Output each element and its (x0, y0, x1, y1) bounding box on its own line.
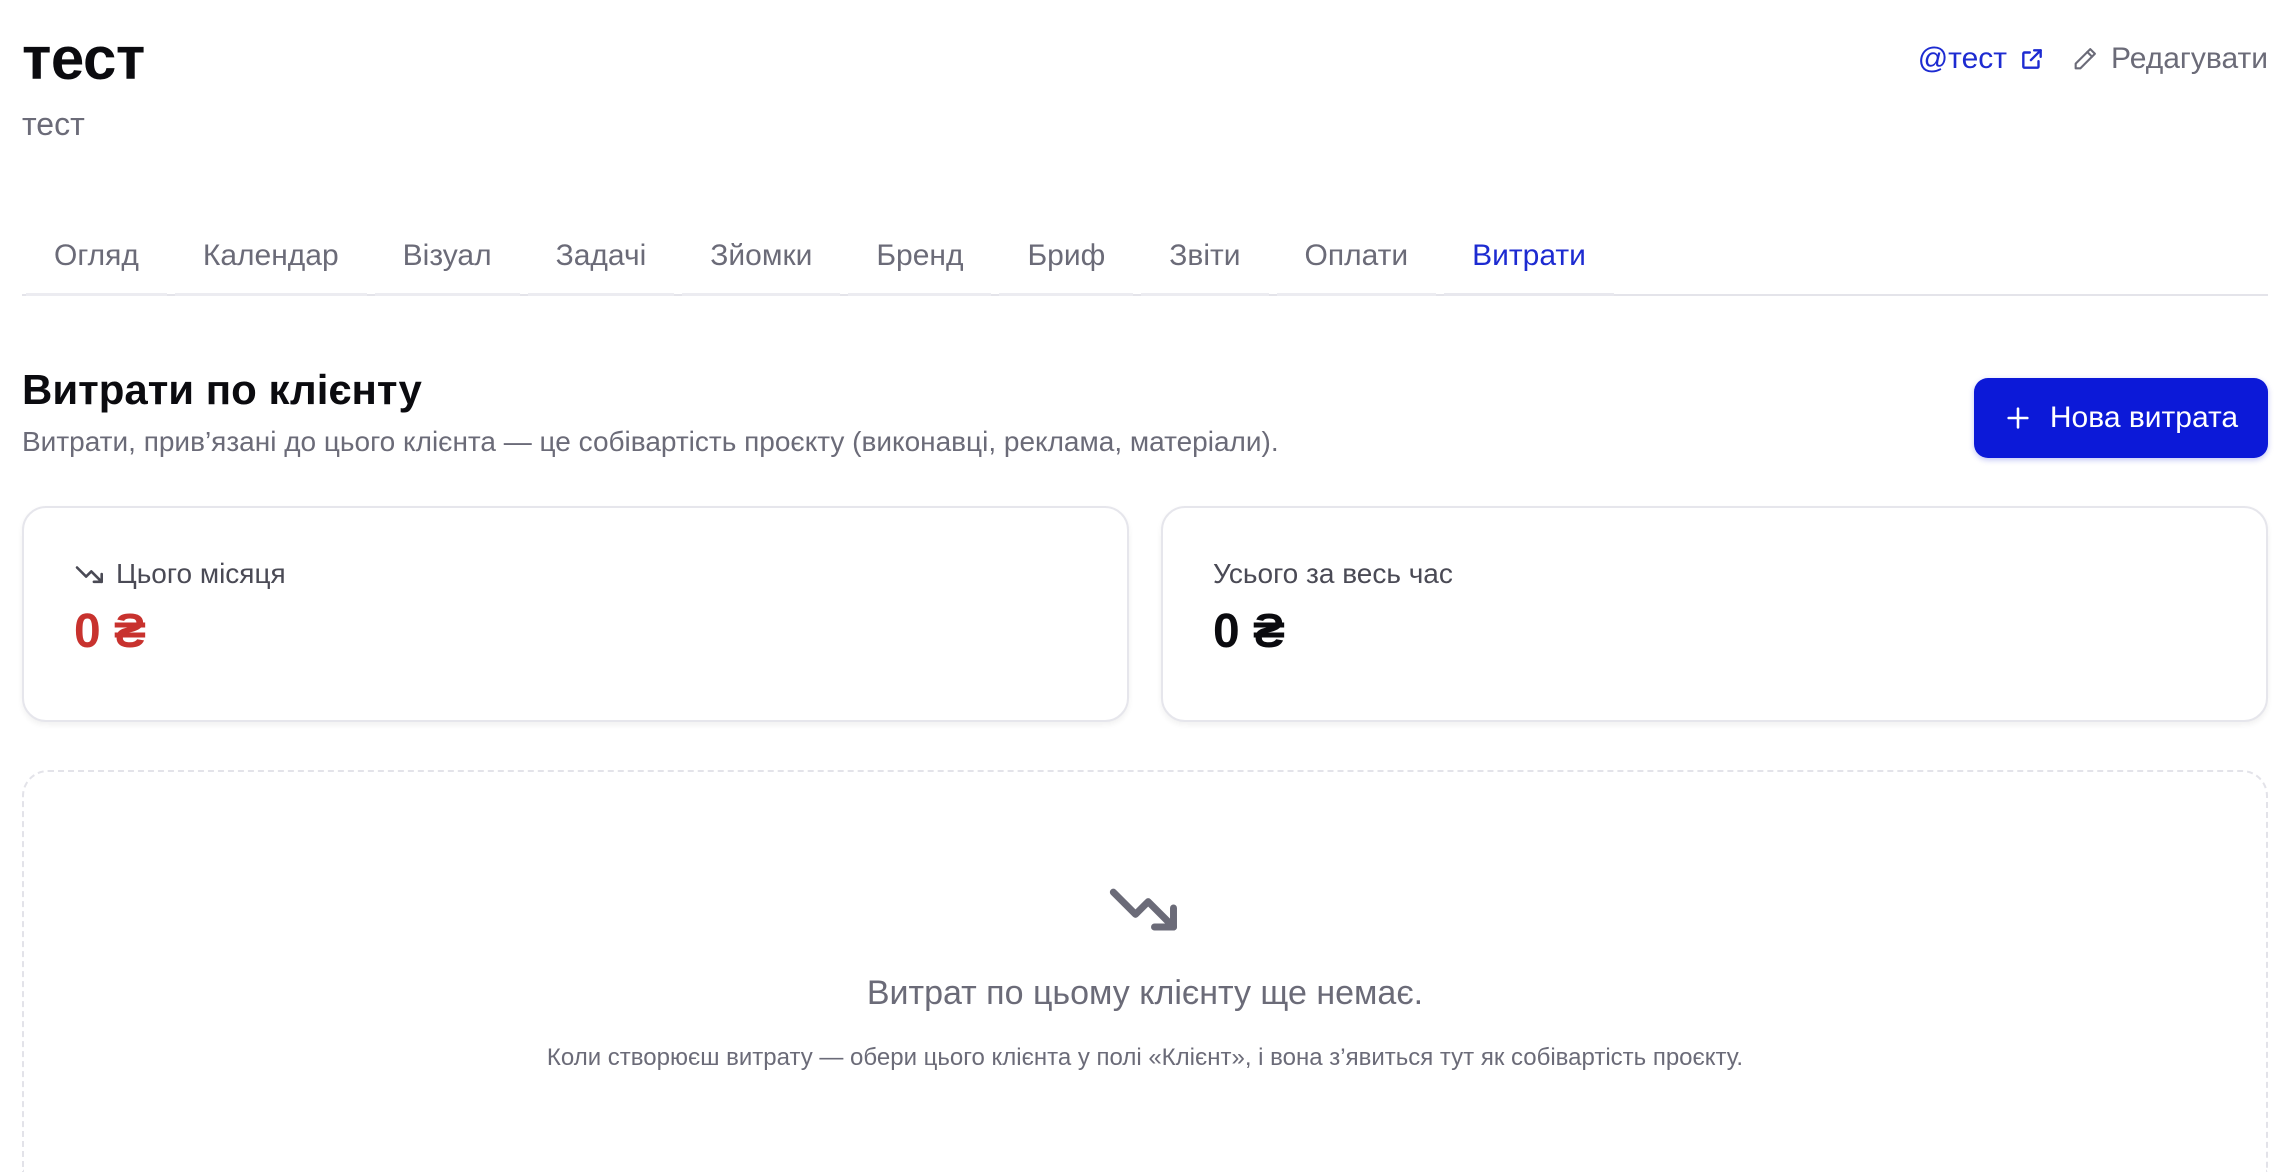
client-page: тест тест @тест Редагувати Огляд Календа… (0, 0, 2290, 1172)
empty-state: Витрат по цьому клієнту ще немає. Коли с… (22, 770, 2268, 1172)
tab-label: Бренд (876, 239, 964, 272)
tab-brand[interactable]: Бренд (844, 222, 995, 296)
tab-label: Задачі (555, 239, 647, 272)
trending-down-icon (1107, 882, 1183, 934)
tab-label: Оплати (1304, 239, 1409, 272)
tab-brief[interactable]: Бриф (995, 222, 1137, 296)
tab-reports[interactable]: Звіти (1137, 222, 1272, 296)
section-title: Витрати по клієнту (22, 366, 422, 413)
stat-card-label: Усього за весь час (1213, 556, 2216, 592)
external-link-icon (2019, 46, 2045, 72)
stat-value-total: 0 ₴ (1213, 605, 1286, 658)
expense-stats: Цього місяця 0 ₴ Усього за весь час 0 ₴ (22, 506, 2268, 722)
stat-card-total: Усього за весь час 0 ₴ (1161, 506, 2268, 722)
tab-label: Бриф (1027, 239, 1106, 272)
empty-state-title: Витрат по цьому клієнту ще немає. (866, 974, 1424, 1012)
tab-tasks[interactable]: Задачі (524, 222, 679, 296)
stat-label-text: Усього за весь час (1213, 558, 1453, 589)
stat-label-text: Цього місяця (116, 558, 286, 589)
tab-expenses[interactable]: Витрати (1440, 222, 1618, 296)
tab-label: Витрати (1472, 239, 1586, 272)
tab-label: Звіти (1169, 239, 1241, 272)
plus-icon (2004, 404, 2032, 432)
trending-down-icon (74, 561, 106, 587)
edit-button[interactable]: Редагувати (2071, 42, 2268, 76)
tab-label: Візуал (402, 239, 492, 272)
client-tabs: Огляд Календар Візуал Задачі Зйомки Брен… (22, 222, 2268, 296)
header-actions: @тест Редагувати (1918, 42, 2268, 76)
new-expense-button[interactable]: Нова витрата (1974, 378, 2268, 458)
tab-shoots[interactable]: Зйомки (678, 222, 844, 296)
tab-label: Огляд (54, 239, 139, 272)
tab-calendar[interactable]: Календар (171, 222, 371, 296)
empty-state-description: Коли створюєш витрату — обери цього кліє… (546, 1044, 1744, 1071)
client-handle-link[interactable]: @тест (1918, 42, 2045, 76)
tab-overview[interactable]: Огляд (22, 222, 171, 296)
tab-visual[interactable]: Візуал (371, 222, 524, 296)
expenses-section-header: Витрати по клієнту Витрати, прив’язані д… (22, 364, 2268, 464)
tab-payments[interactable]: Оплати (1273, 222, 1441, 296)
section-description: Витрати, прив’язані до цього клієнта — ц… (22, 426, 1279, 457)
client-subtitle: тест (22, 106, 85, 142)
tab-label: Зйомки (710, 239, 813, 272)
pencil-icon (2071, 45, 2099, 73)
client-header: тест тест @тест Редагувати (22, 24, 2268, 154)
stat-value-month: 0 ₴ (74, 605, 147, 658)
stat-card-month: Цього місяця 0 ₴ (22, 506, 1129, 722)
edit-label: Редагувати (2111, 42, 2268, 75)
client-handle-label: @тест (1917, 42, 2008, 75)
stat-card-label: Цього місяця (74, 556, 1077, 592)
tab-label: Календар (202, 239, 339, 272)
new-expense-label: Нова витрата (2049, 401, 2239, 434)
